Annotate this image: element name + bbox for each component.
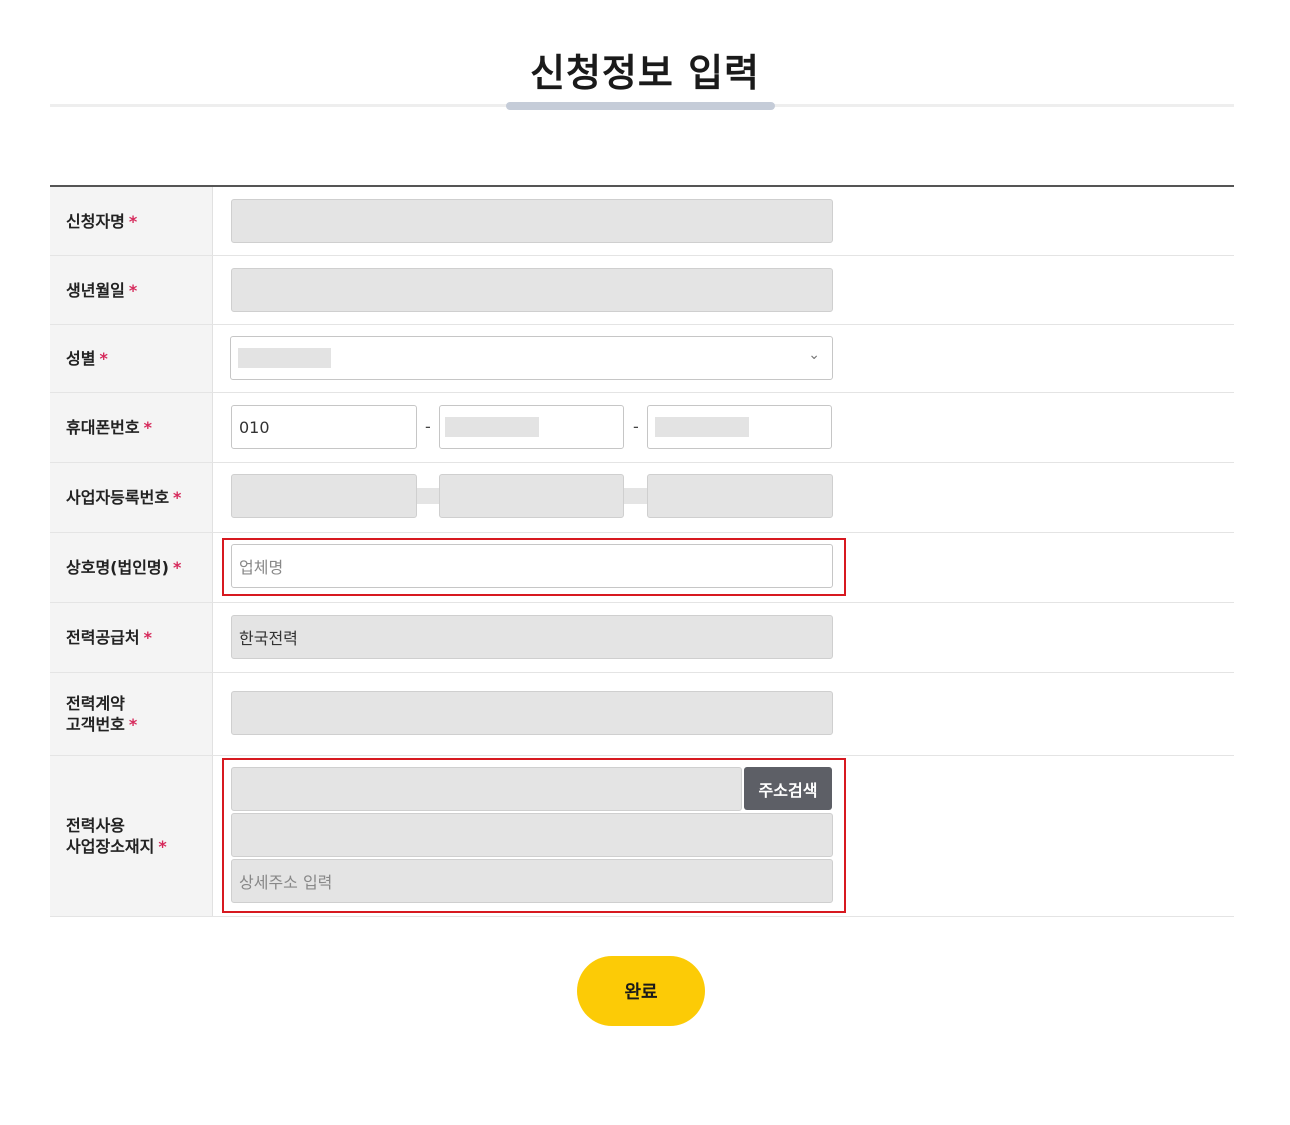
detail-address-input[interactable]: 상세주소 입력	[231, 859, 833, 903]
postcode-input[interactable]	[231, 767, 742, 811]
masked-value	[445, 417, 539, 437]
gender-select[interactable]: ⌄	[230, 336, 833, 380]
row-mobile-number: 휴대폰번호 * 010 - -	[50, 393, 1234, 463]
address-search-button[interactable]: 주소검색	[744, 767, 832, 810]
row-gender: 성별 * ⌄	[50, 325, 1234, 393]
applicant-name-input[interactable]	[231, 199, 833, 243]
row-company-name: 상호명(법인명) * 업체명	[50, 533, 1234, 603]
separator-dash: -	[425, 417, 431, 436]
business-number-part2-input[interactable]	[439, 474, 624, 518]
masked-value	[238, 348, 331, 368]
business-number-part1-input[interactable]	[231, 474, 417, 518]
row-contract-customer-number: 전력계약 고객번호 *	[50, 673, 1234, 756]
mobile-last-input[interactable]	[647, 405, 832, 449]
title-underline-accent	[506, 102, 775, 110]
birthdate-input[interactable]	[231, 268, 833, 312]
address-input[interactable]	[231, 813, 833, 857]
label-company-name: 상호명(법인명) *	[50, 533, 213, 602]
label-business-number: 사업자등록번호 *	[50, 463, 213, 532]
mobile-middle-input[interactable]	[439, 405, 624, 449]
label-applicant-name: 신청자명 *	[50, 187, 213, 255]
label-gender: 성별 *	[50, 325, 213, 392]
label-business-address: 전력사용 사업장소재지 *	[50, 756, 213, 916]
masked-separator	[624, 488, 647, 504]
required-mark: *	[143, 418, 152, 437]
row-birthdate: 생년월일 *	[50, 256, 1234, 325]
label-contract-customer-number: 전력계약 고객번호 *	[50, 673, 213, 755]
required-mark: *	[128, 280, 138, 300]
row-business-address: 전력사용 사업장소재지 * 주소검색 상세주소 입력	[50, 756, 1234, 917]
company-name-input[interactable]: 업체명	[231, 544, 833, 588]
label-birthdate: 생년월일 *	[50, 256, 213, 324]
separator-dash: -	[633, 417, 639, 436]
required-mark: *	[158, 837, 167, 856]
required-mark: *	[99, 349, 108, 368]
submit-button[interactable]: 완료	[577, 956, 705, 1026]
row-business-number: 사업자등록번호 *	[50, 463, 1234, 533]
chevron-down-icon: ⌄	[808, 347, 820, 363]
required-mark: *	[128, 715, 138, 734]
row-applicant-name: 신청자명 *	[50, 187, 1234, 256]
business-number-part3-input[interactable]	[647, 474, 833, 518]
required-mark: *	[128, 211, 138, 231]
power-supplier-input[interactable]: 한국전력	[231, 615, 833, 659]
mobile-prefix-input[interactable]: 010	[231, 405, 417, 449]
application-form: 신청자명 * 생년월일 * 성별 * ⌄ 휴대폰번호 * 010 - - 사업자…	[50, 185, 1234, 917]
row-power-supplier: 전력공급처 * 한국전력	[50, 603, 1234, 673]
page-title: 신청정보 입력	[530, 51, 760, 95]
label-mobile-number: 휴대폰번호 *	[50, 393, 213, 462]
label-power-supplier: 전력공급처 *	[50, 603, 213, 672]
masked-value	[655, 417, 749, 437]
contract-customer-number-input[interactable]	[231, 691, 833, 735]
required-mark: *	[173, 488, 182, 507]
required-mark: *	[172, 558, 182, 577]
required-mark: *	[143, 628, 152, 647]
masked-separator	[417, 488, 439, 504]
